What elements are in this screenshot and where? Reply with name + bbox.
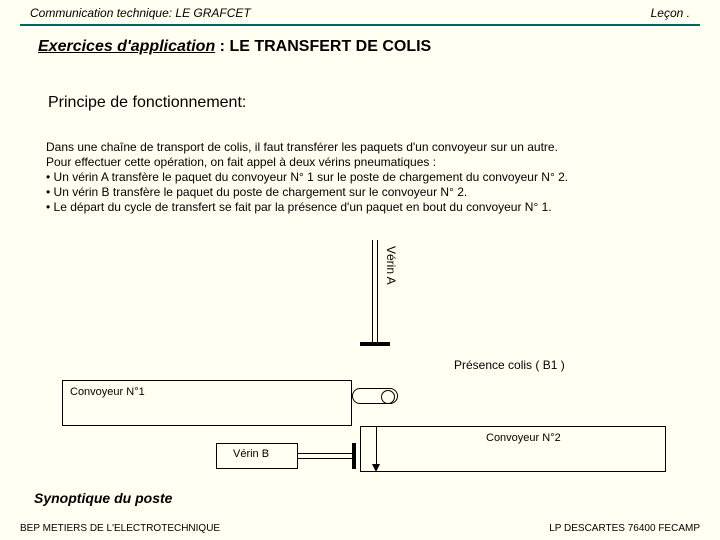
- footer-left: BEP METIERS DE L'ELECTROTECHNIQUE: [20, 523, 220, 534]
- title-main: LE TRANSFERT DE COLIS: [229, 38, 431, 55]
- verin-a-head: [360, 342, 390, 346]
- footer: BEP METIERS DE L'ELECTROTECHNIQUE LP DES…: [20, 523, 700, 534]
- diagram: Vérin A Présence colis ( B1 ) Convoyeur …: [0, 230, 720, 490]
- verin-b-shaft: [298, 453, 356, 459]
- title-prefix: Exercices d'application: [38, 38, 215, 55]
- title-row: Exercices d'application : LE TRANSFERT D…: [38, 38, 431, 56]
- verin-b-label: Vérin B: [233, 448, 269, 460]
- title-sep: :: [215, 38, 229, 55]
- conveyor-1-label: Convoyeur N°1: [70, 386, 145, 398]
- header-right: Leçon .: [651, 6, 690, 20]
- presence-label: Présence colis ( B1 ): [454, 358, 565, 372]
- header-rule: [20, 24, 700, 26]
- verin-b-head: [352, 443, 356, 469]
- body-text: Dans une chaîne de transport de colis, i…: [46, 140, 694, 215]
- header: Communication technique: LE GRAFCET Leço…: [30, 6, 690, 20]
- principle-heading: Principe de fonctionnement:: [48, 94, 246, 112]
- synoptic-heading: Synoptique du poste: [34, 490, 172, 506]
- conveyor-2-label: Convoyeur N°2: [486, 432, 561, 444]
- body-l3: • Un vérin A transfère le paquet du conv…: [46, 170, 694, 185]
- verin-a-label: Vérin A: [384, 246, 398, 285]
- verin-a-shaft: [372, 240, 378, 346]
- header-left: Communication technique: LE GRAFCET: [30, 6, 251, 20]
- body-l4: • Un vérin B transfère le paquet du post…: [46, 185, 694, 200]
- body-l2: Pour effectuer cette opération, on fait …: [46, 155, 694, 170]
- body-l1: Dans une chaîne de transport de colis, i…: [46, 140, 694, 155]
- body-l5: • Le départ du cycle de transfert se fai…: [46, 200, 694, 215]
- footer-right: LP DESCARTES 76400 FECAMP: [549, 523, 700, 534]
- parcel-icon: [352, 388, 398, 404]
